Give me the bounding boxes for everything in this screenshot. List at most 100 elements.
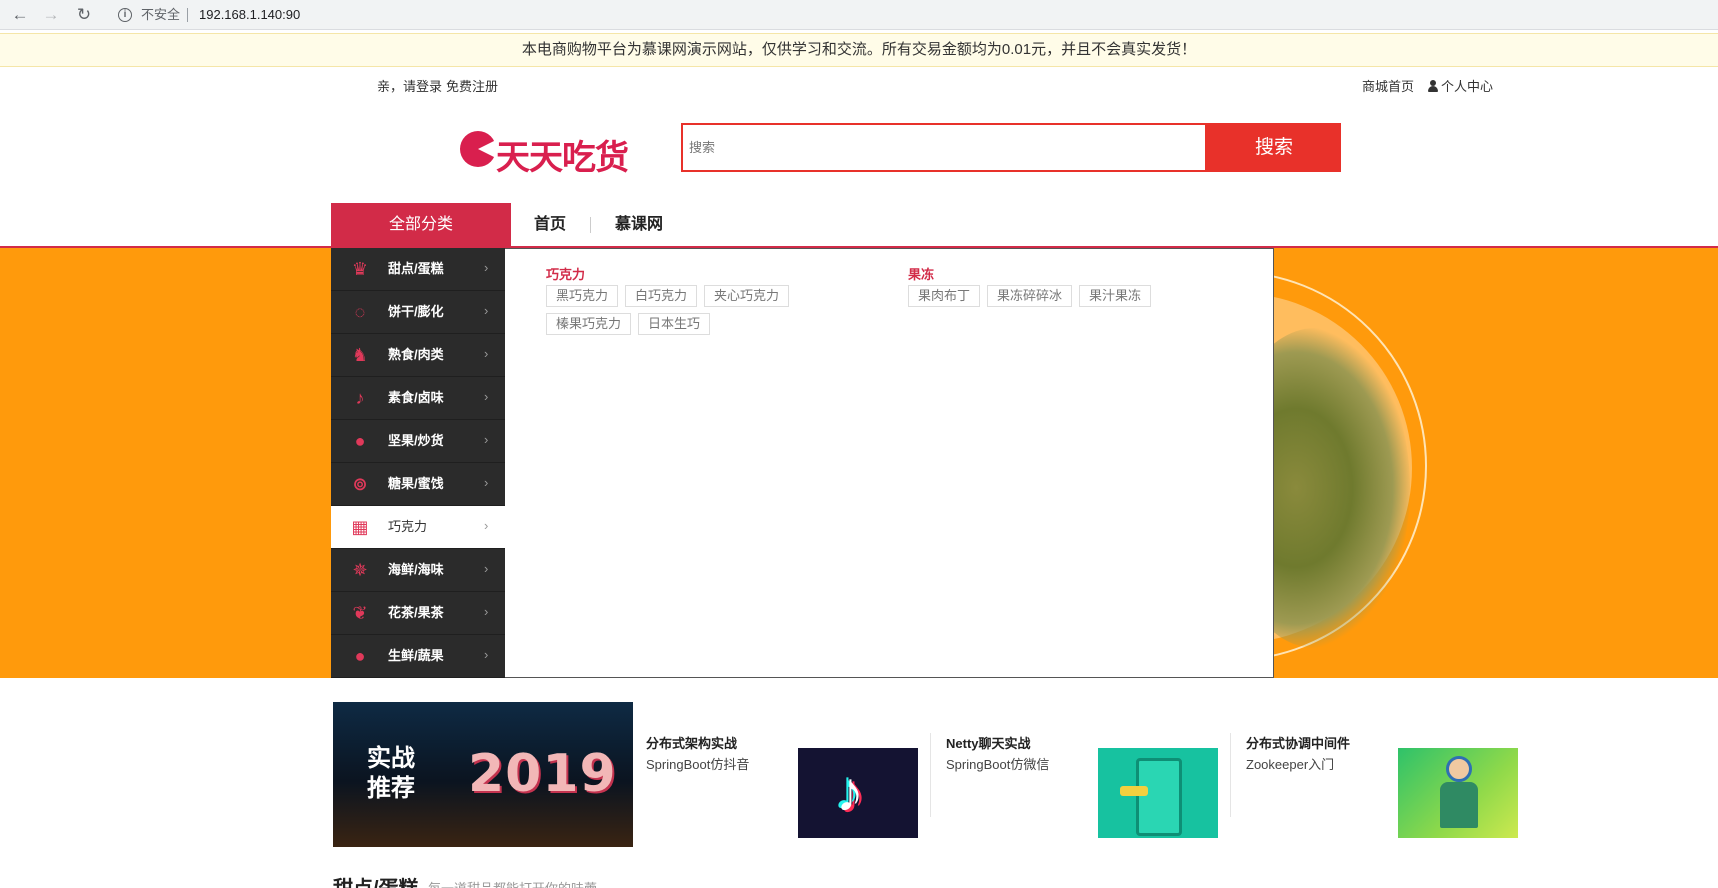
subcategory-tags: 黑巧克力 白巧克力 夹心巧克力 榛果巧克力 日本生巧 [546, 285, 876, 341]
subcategory-title[interactable]: 巧克力 [546, 264, 876, 283]
subcategory-tag[interactable]: 白巧克力 [625, 285, 698, 307]
tiktok-thumbnail: ♪ [798, 748, 918, 838]
subcategory-group: 果冻 果肉布丁 果冻碎碎冰 果汁果冻 [908, 264, 1238, 313]
card-divider [930, 733, 931, 817]
subcategory-group: 巧克力 黑巧克力 白巧克力 夹心巧克力 榛果巧克力 日本生巧 [546, 264, 876, 341]
cookie-icon: ◌ [354, 302, 366, 322]
nut-icon: ● [354, 431, 366, 451]
leaf-icon: ❦ [352, 603, 368, 623]
recommend-banner[interactable]: 实战推荐 2019 [333, 702, 633, 847]
course-subtitle: SpringBoot仿微信 [946, 757, 1050, 772]
category-item[interactable]: ◌ 饼干/膨化 › [331, 291, 505, 334]
category-item[interactable]: ♞ 熟食/肉类 › [331, 334, 505, 377]
category-label: 巧克力 [388, 519, 428, 534]
mall-home-link[interactable]: 商城首页 [1362, 79, 1414, 94]
category-label: 糖果/蜜饯 [388, 476, 444, 491]
zookeeper-body-icon [1440, 782, 1478, 828]
chevron-right-icon: › [484, 518, 489, 533]
chevron-right-icon: › [484, 346, 489, 361]
login-link[interactable]: 亲，请登录 [377, 79, 442, 94]
category-label: 素食/卤味 [388, 390, 444, 405]
forward-arrow-icon[interactable]: → [40, 4, 62, 26]
category-sidebar: ♛ 甜点/蛋糕 › ◌ 饼干/膨化 › ♞ 熟食/肉类 › ♪ 素食/卤味 › … [331, 248, 505, 678]
course-card[interactable]: 分布式协调中间件 Zookeeper入门 [1246, 730, 1536, 840]
cupcake-icon: ♛ [351, 259, 369, 279]
subcategory-tag[interactable]: 夹心巧克力 [704, 285, 790, 307]
course-card[interactable]: 分布式架构实战 SpringBoot仿抖音 ♪ [646, 730, 936, 840]
zookeeper-thumbnail [1398, 748, 1518, 838]
nav-divider [590, 217, 591, 233]
security-label[interactable]: 不安全 [141, 2, 180, 28]
recommend-year: 2019 [468, 744, 617, 804]
chevron-right-icon: › [484, 432, 489, 447]
search-box [681, 123, 1207, 172]
wechat-thumbnail [1098, 748, 1218, 838]
info-icon[interactable]: i [118, 8, 132, 22]
pig-icon: ♞ [351, 345, 369, 365]
user-center-link[interactable]: 个人中心 [1441, 79, 1493, 94]
category-label: 生鲜/蔬果 [388, 648, 444, 663]
section-title: 甜点/蛋糕 [333, 872, 419, 888]
back-arrow-icon[interactable]: ← [9, 4, 31, 26]
subcategory-tag[interactable]: 黑巧克力 [546, 285, 619, 307]
category-label: 甜点/蛋糕 [388, 261, 444, 276]
course-title: Netty聊天实战 [946, 736, 1031, 751]
category-item[interactable]: ❦ 花茶/果茶 › [331, 592, 505, 635]
category-label: 饼干/膨化 [388, 304, 444, 319]
category-label: 花茶/果茶 [388, 605, 444, 620]
category-item[interactable]: ♛ 甜点/蛋糕 › [331, 248, 505, 291]
category-item[interactable]: ♪ 素食/卤味 › [331, 377, 505, 420]
subcategory-tag[interactable]: 榛果巧克力 [546, 313, 632, 335]
subcategory-tags: 果肉布丁 果冻碎碎冰 果汁果冻 [908, 285, 1238, 313]
chevron-right-icon: › [484, 260, 489, 275]
nav-mooc-link[interactable]: 慕课网 [615, 203, 663, 247]
course-title: 分布式协调中间件 [1246, 736, 1351, 751]
all-categories-button[interactable]: 全部分类 [331, 203, 511, 247]
course-subtitle: Zookeeper入门 [1246, 757, 1335, 772]
top-right-links: 商城首页 个人中心 [1362, 76, 1493, 95]
address-bar[interactable]: i 不安全 192.168.1.140:90 [108, 2, 1716, 28]
tiktok-logo-icon: ♪ [836, 760, 864, 823]
chevron-right-icon: › [484, 561, 489, 576]
nav-home-link[interactable]: 首页 [534, 203, 566, 247]
category-item[interactable]: ⊚ 糖果/蜜饯 › [331, 463, 505, 506]
course-title: 分布式架构实战 [646, 736, 738, 751]
category-label: 海鲜/海味 [388, 562, 444, 577]
chevron-right-icon: › [484, 647, 489, 662]
category-item-active[interactable]: ▦ 巧克力 › [331, 506, 505, 549]
logo-text: 天天吃货 [496, 138, 629, 178]
category-item[interactable]: ● 坚果/炒货 › [331, 420, 505, 463]
subcategory-tag[interactable]: 日本生巧 [638, 313, 711, 335]
lollipop-icon: ⊚ [352, 474, 368, 494]
url-text[interactable]: 192.168.1.140:90 [199, 2, 300, 28]
recommend-title: 实战推荐 [367, 745, 415, 802]
chat-bubble-icon [1120, 786, 1148, 796]
course-card[interactable]: Netty聊天实战 SpringBoot仿微信 [946, 730, 1236, 840]
chevron-right-icon: › [484, 475, 489, 490]
subcategory-tag[interactable]: 果冻碎碎冰 [987, 285, 1073, 307]
phone-icon [1136, 758, 1182, 836]
browser-toolbar: ← → ↻ i 不安全 192.168.1.140:90 [0, 0, 1718, 30]
site-logo[interactable]: 天天吃货 [460, 128, 645, 178]
chevron-right-icon: › [484, 604, 489, 619]
category-label: 坚果/炒货 [388, 433, 444, 448]
search-input[interactable] [683, 125, 1205, 170]
chevron-right-icon: › [484, 303, 489, 318]
logo-mark-icon [460, 131, 496, 167]
demo-notice: 本电商购物平台为慕课网演示网站，仅供学习和交流。所有交易金额均为0.01元，并且… [0, 33, 1718, 67]
chocolate-icon: ▦ [351, 517, 369, 537]
subcategory-title[interactable]: 果冻 [908, 264, 1238, 283]
category-item[interactable]: ● 生鲜/蔬果 › [331, 635, 505, 678]
register-link[interactable]: 免费注册 [446, 79, 498, 94]
subcategory-tag[interactable]: 果肉布丁 [908, 285, 981, 307]
address-separator [187, 8, 188, 22]
section-subtitle: 每一道甜品都能打开你的味蕾 [428, 878, 597, 888]
category-item[interactable]: ✵ 海鲜/海味 › [331, 549, 505, 592]
subcategory-panel: 巧克力 黑巧克力 白巧克力 夹心巧克力 榛果巧克力 日本生巧 果冻 果肉布丁 果… [505, 248, 1274, 678]
chevron-right-icon: › [484, 389, 489, 404]
subcategory-tag[interactable]: 果汁果冻 [1079, 285, 1152, 307]
reload-icon[interactable]: ↻ [73, 4, 95, 26]
card-divider [1230, 733, 1231, 817]
category-label: 熟食/肉类 [388, 347, 444, 362]
search-button[interactable]: 搜索 [1207, 123, 1341, 172]
